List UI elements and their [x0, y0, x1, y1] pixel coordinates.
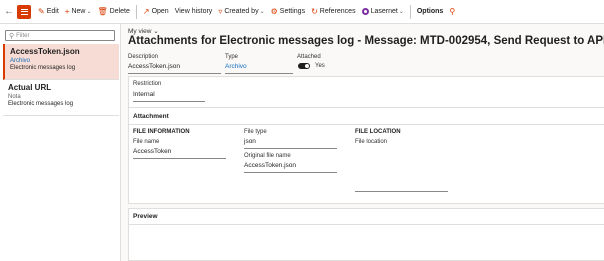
page-title: Attachments for Electronic messages log … [128, 35, 604, 47]
trash-icon: 🗑 [97, 6, 108, 16]
toolbar-divider [135, 4, 137, 19]
references-icon: ↻ [311, 6, 318, 16]
created-by-button[interactable]: ▿ Created by ⌄ [215, 4, 267, 20]
file-name-label: File name [133, 139, 160, 145]
attached-toggle[interactable] [298, 63, 310, 69]
search-icon: ⚲ [9, 32, 15, 40]
preview-section-header[interactable]: Preview [133, 213, 158, 220]
list-item[interactable]: Actual URL Nota Electronic messages log [3, 80, 119, 116]
attached-value: Yes [315, 63, 325, 69]
chevron-down-icon: ⌄ [86, 9, 92, 15]
new-button[interactable]: + New ⌄ [62, 4, 95, 20]
chevron-down-icon: ⌄ [153, 28, 159, 35]
section-divider [129, 224, 604, 225]
file-location-header: FILE LOCATION [355, 129, 401, 135]
details-pane: My view ⌄ Attachments for Electronic mes… [124, 24, 604, 261]
attachment-section-header[interactable]: Attachment [133, 113, 169, 120]
section-divider [129, 124, 604, 125]
references-button[interactable]: ↻ References [308, 4, 359, 20]
lasernet-icon [361, 8, 369, 15]
file-type-label: File type [244, 129, 267, 135]
search-button[interactable]: ⚲ [446, 4, 460, 20]
options-button[interactable]: Options [414, 4, 446, 20]
back-arrow-icon[interactable]: ← [3, 4, 15, 20]
description-label: Description [128, 54, 159, 60]
type-field[interactable]: Archivo [225, 63, 293, 74]
file-location-field[interactable] [355, 189, 448, 192]
restriction-field[interactable]: Internal [133, 91, 205, 102]
filter-icon: ▿ [218, 6, 223, 16]
original-file-name-field[interactable]: AccessToken.json [244, 162, 337, 173]
action-pane: ← ✎ Edit + New ⌄ 🗑 Delete ↗ Open View history… [0, 0, 604, 24]
gear-icon: ⚙ [270, 6, 278, 16]
open-button[interactable]: ↗ Open [140, 4, 172, 20]
lasernet-button[interactable]: Lasernet ⌄ [359, 4, 407, 20]
delete-button[interactable]: 🗑 Delete [94, 4, 132, 20]
chevron-down-icon: ⌄ [259, 9, 265, 15]
list-item[interactable]: AccessToken.json Archivo Electronic mess… [3, 44, 119, 80]
file-name-field[interactable]: AccessToken [133, 148, 226, 159]
toolbar-divider [409, 4, 411, 19]
file-information-header: FILE INFORMATION [133, 129, 190, 135]
settings-button[interactable]: ⚙ Settings [268, 4, 308, 20]
description-field[interactable]: AccessToken.json [128, 63, 221, 74]
filter-input[interactable]: ⚲ Filter [5, 30, 115, 41]
my-view-selector[interactable]: My view ⌄ [128, 27, 159, 35]
chevron-down-icon: ⌄ [398, 9, 404, 15]
file-location-label: File location [355, 139, 388, 145]
attachments-list-panel: ⚲ Filter AccessToken.json Archivo Electr… [0, 24, 121, 261]
view-history-button[interactable]: View history [172, 4, 216, 20]
restriction-label: Restriction [133, 81, 162, 87]
file-type-field[interactable]: json [244, 138, 337, 149]
preview-section: Preview [128, 208, 604, 261]
open-icon: ↗ [142, 6, 150, 16]
attachment-section: Attachment FILE INFORMATION File name Ac… [128, 107, 604, 204]
type-label: Type [225, 54, 239, 60]
pencil-icon: ✎ [38, 6, 45, 16]
hamburger-menu-icon[interactable] [17, 4, 31, 19]
plus-icon: + [64, 6, 70, 16]
edit-button[interactable]: ✎ Edit [35, 4, 62, 20]
original-file-name-label: Original file name [244, 153, 291, 159]
attached-label: Attached [297, 54, 321, 60]
search-icon: ⚲ [449, 6, 456, 16]
